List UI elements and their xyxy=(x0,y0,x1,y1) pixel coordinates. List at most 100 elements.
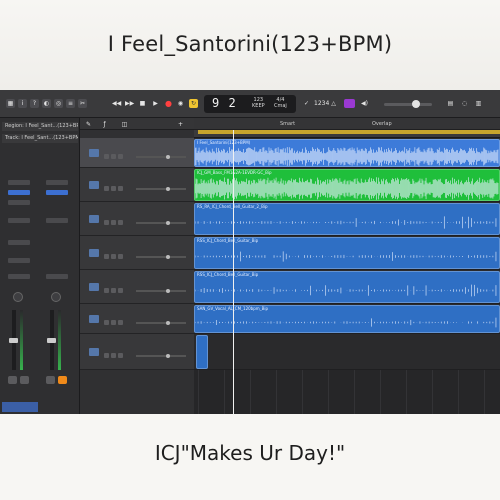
library-icon[interactable]: ▦ xyxy=(6,99,15,108)
audio-fx-slot[interactable] xyxy=(8,218,30,223)
audio-region[interactable]: RS_RA_ICJ_Chord_Bell_Guitar_2_Bip xyxy=(194,203,500,235)
track-header[interactable] xyxy=(80,270,194,304)
solo-button[interactable] xyxy=(111,220,116,225)
snap-mode-label[interactable]: Overlap xyxy=(372,121,392,127)
track-volume-knob[interactable] xyxy=(166,289,170,293)
master-volume-slider[interactable] xyxy=(384,103,432,106)
setting-button[interactable] xyxy=(46,180,68,185)
pan-knob[interactable] xyxy=(13,292,23,302)
track-volume-knob[interactable] xyxy=(166,221,170,225)
track-header[interactable] xyxy=(80,236,194,270)
pan-knob[interactable] xyxy=(51,292,61,302)
help-icon[interactable]: ? xyxy=(30,99,39,108)
input-button[interactable] xyxy=(8,200,30,205)
edit-menu-icon[interactable]: ✎ xyxy=(84,120,93,129)
editors-icon[interactable]: ✂ xyxy=(78,99,87,108)
view-menu-icon[interactable]: ◫ xyxy=(120,120,129,129)
toolbar-icon[interactable]: ◐ xyxy=(42,99,51,108)
solo-button[interactable] xyxy=(111,320,116,325)
browser-icon[interactable]: ▥ xyxy=(474,99,483,108)
track-volume-slider[interactable] xyxy=(136,156,186,158)
plugin-icon[interactable] xyxy=(344,99,355,108)
automation-button[interactable] xyxy=(8,274,30,279)
record-enable-button[interactable] xyxy=(118,254,123,259)
sends-slot[interactable] xyxy=(8,240,30,245)
mute-button[interactable] xyxy=(104,220,109,225)
track-volume-slider[interactable] xyxy=(136,322,186,324)
smart-controls-icon[interactable]: ◎ xyxy=(54,99,63,108)
track-header[interactable] xyxy=(80,168,194,202)
track-volume-slider[interactable] xyxy=(136,188,186,190)
solo-button[interactable] xyxy=(111,186,116,191)
track-lane[interactable] xyxy=(194,334,500,370)
track-volume-slider[interactable] xyxy=(136,290,186,292)
info-icon[interactable]: i xyxy=(18,99,27,108)
record-enable-button[interactable] xyxy=(118,154,123,159)
metronome-icon[interactable]: △ xyxy=(329,99,338,108)
track-header[interactable] xyxy=(80,202,194,236)
mute-button[interactable] xyxy=(104,254,109,259)
master-volume-knob[interactable] xyxy=(412,100,420,108)
track-volume-knob[interactable] xyxy=(166,255,170,259)
mute-button[interactable] xyxy=(8,376,17,384)
solo-button[interactable] xyxy=(111,288,116,293)
track-header[interactable] xyxy=(80,138,194,168)
record-enable-button[interactable] xyxy=(118,320,123,325)
loop-browser-icon[interactable]: ◌ xyxy=(460,99,469,108)
count-in-icon[interactable]: 1234 xyxy=(314,99,329,108)
record-enable-button[interactable] xyxy=(118,288,123,293)
track-volume-knob[interactable] xyxy=(166,354,170,358)
audio-region[interactable]: SAN_GV_Vocal_AL_CM_120bpm_Bip xyxy=(194,305,500,333)
tracks-area[interactable]: I Feel_Santorini(123+BPM) ICJ_GM_Bass_FM1… xyxy=(194,138,500,414)
playhead[interactable] xyxy=(233,130,234,414)
track-volume-knob[interactable] xyxy=(166,321,170,325)
forward-icon[interactable]: ▶▶ xyxy=(125,99,134,108)
track-volume-knob[interactable] xyxy=(166,187,170,191)
mute-button[interactable] xyxy=(46,376,55,384)
solo-button[interactable] xyxy=(20,376,29,384)
volume-fader-cap[interactable] xyxy=(47,338,56,343)
automation-button[interactable] xyxy=(46,274,68,279)
solo-button[interactable] xyxy=(111,254,116,259)
audio-region[interactable]: RSS_ICJ_Chord_Bell_Guitar_Bip xyxy=(194,271,500,303)
eq-button[interactable] xyxy=(46,190,68,195)
audio-fx-slot[interactable] xyxy=(46,218,68,223)
add-track-icon[interactable]: + xyxy=(176,120,185,129)
mute-button[interactable] xyxy=(104,154,109,159)
notepad-icon[interactable]: ▤ xyxy=(446,99,455,108)
track-header[interactable] xyxy=(80,304,194,334)
capture-icon[interactable]: ◉ xyxy=(176,99,185,108)
track-volume-knob[interactable] xyxy=(166,155,170,159)
tuner-icon[interactable]: ✓ xyxy=(302,99,311,108)
track-inspector-header[interactable]: Track: I Feel_Sant...(123+BPM) xyxy=(2,134,78,143)
audio-region[interactable]: I Feel_Santorini(123+BPM) xyxy=(194,139,500,167)
output-slot[interactable] xyxy=(8,258,30,263)
track-volume-slider[interactable] xyxy=(136,355,186,357)
track-volume-slider[interactable] xyxy=(136,222,186,224)
functions-menu-icon[interactable]: ƒ xyxy=(100,120,109,129)
mute-button[interactable] xyxy=(104,320,109,325)
record-icon[interactable]: ● xyxy=(164,99,173,108)
cycle-region[interactable] xyxy=(198,130,500,134)
lcd-display[interactable]: 9 2 123 KEEP 4/4 Cmaj xyxy=(204,95,296,113)
cycle-icon[interactable]: ↻ xyxy=(189,99,198,108)
bounce-button[interactable] xyxy=(58,376,67,384)
track-header[interactable] xyxy=(80,334,194,370)
volume-fader-cap[interactable] xyxy=(9,338,18,343)
record-enable-button[interactable] xyxy=(118,353,123,358)
record-enable-button[interactable] xyxy=(118,220,123,225)
audio-region[interactable] xyxy=(196,335,208,369)
play-icon[interactable]: ▶ xyxy=(151,99,160,108)
mute-button[interactable] xyxy=(104,186,109,191)
track-volume-slider[interactable] xyxy=(136,256,186,258)
mixer-icon[interactable]: ≡ xyxy=(66,99,75,108)
eq-button[interactable] xyxy=(8,190,30,195)
stop-icon[interactable]: ■ xyxy=(138,99,147,108)
mute-button[interactable] xyxy=(104,353,109,358)
mute-button[interactable] xyxy=(104,288,109,293)
audio-region[interactable]: RSS_ICJ_Chord_Bell_Guitar_Bip xyxy=(194,237,500,269)
tool-mode-label[interactable]: Smart xyxy=(280,121,295,127)
setting-button[interactable] xyxy=(8,180,30,185)
solo-button[interactable] xyxy=(111,154,116,159)
record-enable-button[interactable] xyxy=(118,186,123,191)
